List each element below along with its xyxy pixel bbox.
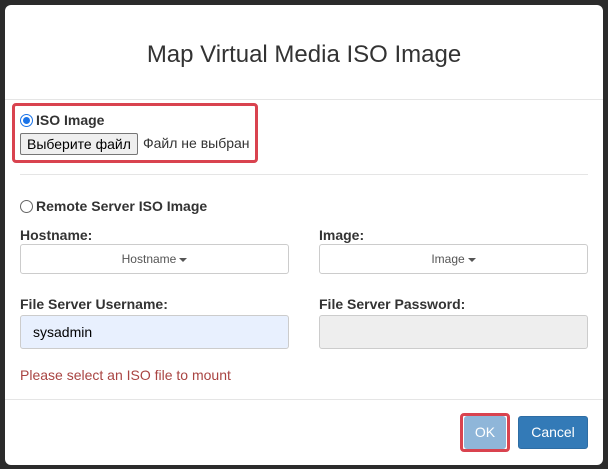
- choose-file-button[interactable]: Выберите файл: [20, 133, 138, 155]
- username-input[interactable]: sysadmin: [20, 315, 289, 349]
- iso-image-option[interactable]: ISO Image: [20, 112, 104, 128]
- remote-server-option[interactable]: Remote Server ISO Image: [20, 198, 207, 214]
- error-message: Please select an ISO file to mount: [20, 367, 231, 383]
- hostname-label: Hostname:: [20, 227, 93, 243]
- footer-divider: [5, 399, 603, 400]
- cancel-button[interactable]: Cancel: [518, 416, 588, 449]
- file-status-text: Файл не выбран: [143, 135, 250, 151]
- password-label: File Server Password:: [319, 296, 466, 312]
- image-label: Image:: [319, 227, 365, 243]
- dialog-title: Map Virtual Media ISO Image: [146, 41, 462, 68]
- image-value: Image: [431, 252, 465, 266]
- remote-server-label: Remote Server ISO Image: [36, 198, 208, 214]
- section-divider: [20, 174, 588, 175]
- username-label: File Server Username:: [20, 296, 168, 312]
- iso-image-radio[interactable]: [20, 113, 33, 127]
- password-input[interactable]: [319, 315, 588, 349]
- hostname-dropdown[interactable]: Hostname: [20, 244, 289, 274]
- iso-image-label: ISO Image: [36, 112, 105, 128]
- dialog-header: Map Virtual Media ISO Image: [5, 5, 603, 100]
- ok-button[interactable]: OK: [464, 416, 506, 449]
- caret-down-icon: [179, 257, 188, 262]
- hostname-value: Hostname: [121, 252, 177, 266]
- image-dropdown[interactable]: Image: [319, 244, 588, 274]
- remote-server-radio[interactable]: [20, 199, 33, 213]
- caret-down-icon: [467, 257, 476, 262]
- map-iso-dialog: Map Virtual Media ISO Image ISO Image Вы…: [5, 5, 603, 465]
